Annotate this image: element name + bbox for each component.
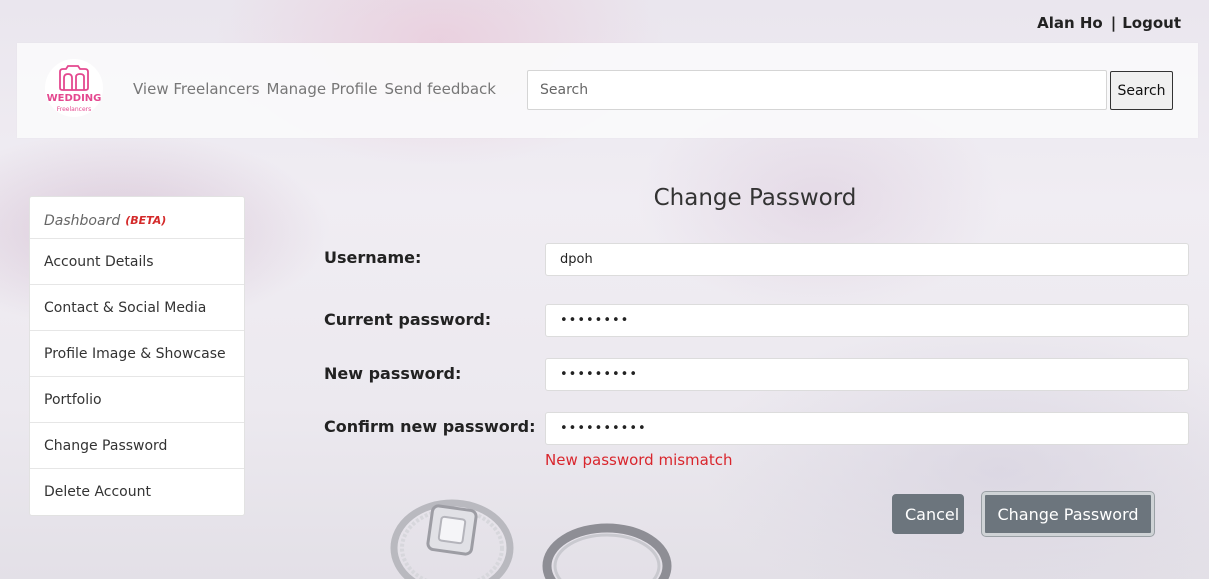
separator: | [1110, 14, 1117, 32]
sidebar-item-label: Portfolio [44, 391, 102, 408]
password-error-message: New password mismatch [545, 451, 733, 469]
sidebar-item-label: Dashboard [44, 212, 121, 229]
logout-link[interactable]: Logout [1122, 14, 1181, 32]
sidebar-item-label: Profile Image & Showcase [44, 345, 226, 362]
nav-manage-profile[interactable]: Manage Profile [267, 80, 378, 98]
sidebar-item-profile-image[interactable]: Profile Image & Showcase [30, 331, 244, 377]
sidebar-item-delete-account[interactable]: Delete Account [30, 469, 244, 515]
change-password-button[interactable]: Change Password [982, 492, 1154, 536]
logo-text: WEDDING [46, 93, 102, 104]
nav-view-freelancers[interactable]: View Freelancers [133, 80, 260, 98]
logo[interactable]: WEDDING Freelancers [39, 59, 109, 123]
sidebar-item-account-details[interactable]: Account Details [30, 239, 244, 285]
camera-icon [59, 65, 89, 91]
search-button[interactable]: Search [1110, 71, 1173, 110]
sidebar-item-label: Change Password [44, 437, 168, 454]
confirm-password-label: Confirm new password: [324, 417, 536, 436]
search-input[interactable] [527, 70, 1107, 110]
confirm-password-field[interactable] [545, 412, 1189, 445]
nav-send-feedback[interactable]: Send feedback [385, 80, 496, 98]
logo-subtext: Freelancers [56, 106, 92, 113]
rings-image [390, 499, 672, 579]
sidebar-item-contact-social[interactable]: Contact & Social Media [30, 285, 244, 331]
sidebar-item-dashboard[interactable]: Dashboard (BETA) [30, 197, 244, 239]
new-password-field[interactable] [545, 358, 1189, 391]
username-field[interactable] [545, 243, 1189, 276]
sidebar-item-label: Contact & Social Media [44, 299, 207, 316]
beta-badge: (BETA) [125, 214, 167, 227]
current-password-label: Current password: [324, 310, 492, 329]
sidebar-item-label: Account Details [44, 253, 154, 270]
sidebar-item-change-password[interactable]: Change Password [30, 423, 244, 469]
page-title: Change Password [653, 185, 857, 211]
sidebar-item-portfolio[interactable]: Portfolio [30, 377, 244, 423]
username-label: Username: [324, 248, 422, 267]
nav-links: View Freelancers Manage Profile Send feedb… [133, 80, 503, 98]
sidebar-item-label: Delete Account [44, 484, 151, 500]
sidebar: Dashboard (BETA) Account Details Contact … [29, 196, 245, 516]
user-bar: Alan Ho | Logout [1037, 14, 1181, 32]
cancel-button[interactable]: Cancel [892, 494, 964, 534]
user-name[interactable]: Alan Ho [1037, 14, 1103, 32]
new-password-label: New password: [324, 364, 462, 383]
navbar: WEDDING Freelancers View Freelancers Mana… [17, 43, 1198, 138]
current-password-field[interactable] [545, 304, 1189, 337]
